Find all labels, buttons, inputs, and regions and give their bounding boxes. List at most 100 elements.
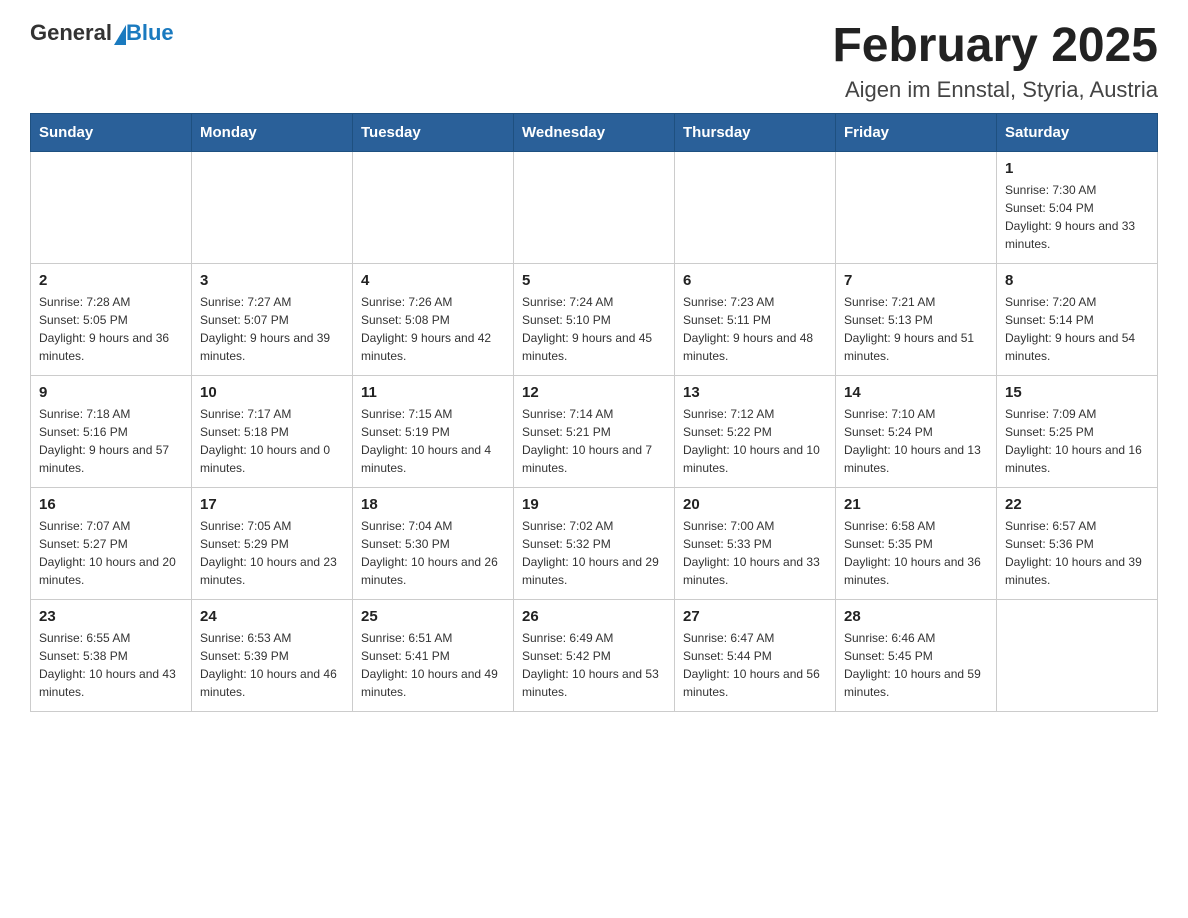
day-info: Sunrise: 7:23 AMSunset: 5:11 PMDaylight:…: [683, 293, 827, 365]
col-wednesday: Wednesday: [514, 113, 675, 151]
day-number: 26: [522, 608, 666, 625]
day-info: Sunrise: 6:57 AMSunset: 5:36 PMDaylight:…: [1005, 517, 1149, 589]
week-row-3: 9 Sunrise: 7:18 AMSunset: 5:16 PMDaylight…: [31, 375, 1158, 487]
day-cell: [192, 151, 353, 263]
day-cell: 12Sunrise: 7:14 AMSunset: 5:21 PMDayligh…: [514, 375, 675, 487]
day-cell: 9 Sunrise: 7:18 AMSunset: 5:16 PMDaylight…: [31, 375, 192, 487]
day-cell: 14 Sunrise: 7:10 AMSunset: 5:24 PMDayligh…: [836, 375, 997, 487]
logo-text-blue: Blue: [126, 20, 174, 46]
week-row-4: 16 Sunrise: 7:07 AMSunset: 5:27 PMDayligh…: [31, 487, 1158, 599]
day-number: 4: [361, 272, 505, 289]
day-info: Sunrise: 7:18 AMSunset: 5:16 PMDaylight:…: [39, 405, 183, 477]
day-cell: 25 Sunrise: 6:51 AMSunset: 5:41 PMDayligh…: [353, 599, 514, 711]
day-cell: 27 Sunrise: 6:47 AMSunset: 5:44 PMDayligh…: [675, 599, 836, 711]
day-info: Sunrise: 7:09 AMSunset: 5:25 PMDaylight:…: [1005, 405, 1149, 477]
col-tuesday: Tuesday: [353, 113, 514, 151]
day-cell: 16 Sunrise: 7:07 AMSunset: 5:27 PMDayligh…: [31, 487, 192, 599]
day-info: Sunrise: 7:04 AMSunset: 5:30 PMDaylight:…: [361, 517, 505, 589]
day-header-row: Sunday Monday Tuesday Wednesday Thursday…: [31, 113, 1158, 151]
calendar-location: Aigen im Ennstal, Styria, Austria: [832, 77, 1158, 103]
day-info: Sunrise: 7:00 AMSunset: 5:33 PMDaylight:…: [683, 517, 827, 589]
logo-text-general: General: [30, 20, 112, 46]
title-block: February 2025 Aigen im Ennstal, Styria, …: [832, 20, 1158, 103]
day-number: 17: [200, 496, 344, 513]
day-cell: 6 Sunrise: 7:23 AMSunset: 5:11 PMDaylight…: [675, 263, 836, 375]
day-number: 24: [200, 608, 344, 625]
day-cell: 15 Sunrise: 7:09 AMSunset: 5:25 PMDayligh…: [997, 375, 1158, 487]
day-info: Sunrise: 7:15 AMSunset: 5:19 PMDaylight:…: [361, 405, 505, 477]
day-cell: 1 Sunrise: 7:30 AMSunset: 5:04 PMDaylight…: [997, 151, 1158, 263]
week-row-5: 23 Sunrise: 6:55 AMSunset: 5:38 PMDayligh…: [31, 599, 1158, 711]
day-info: Sunrise: 7:26 AMSunset: 5:08 PMDaylight:…: [361, 293, 505, 365]
day-cell: [997, 599, 1158, 711]
day-number: 1: [1005, 160, 1149, 177]
day-number: 25: [361, 608, 505, 625]
day-cell: 8 Sunrise: 7:20 AMSunset: 5:14 PMDaylight…: [997, 263, 1158, 375]
day-number: 15: [1005, 384, 1149, 401]
day-cell: [353, 151, 514, 263]
logo-triangle-icon: [114, 25, 126, 45]
calendar-table: Sunday Monday Tuesday Wednesday Thursday…: [30, 113, 1158, 712]
day-number: 21: [844, 496, 988, 513]
col-thursday: Thursday: [675, 113, 836, 151]
day-info: Sunrise: 6:47 AMSunset: 5:44 PMDaylight:…: [683, 629, 827, 701]
day-cell: 24 Sunrise: 6:53 AMSunset: 5:39 PMDayligh…: [192, 599, 353, 711]
day-number: 7: [844, 272, 988, 289]
week-row-2: 2Sunrise: 7:28 AMSunset: 5:05 PMDaylight…: [31, 263, 1158, 375]
col-saturday: Saturday: [997, 113, 1158, 151]
day-cell: 7 Sunrise: 7:21 AMSunset: 5:13 PMDaylight…: [836, 263, 997, 375]
calendar-header: Sunday Monday Tuesday Wednesday Thursday…: [31, 113, 1158, 151]
day-info: Sunrise: 7:07 AMSunset: 5:27 PMDaylight:…: [39, 517, 183, 589]
day-number: 2: [39, 272, 183, 289]
day-info: Sunrise: 7:24 AMSunset: 5:10 PMDaylight:…: [522, 293, 666, 365]
day-number: 10: [200, 384, 344, 401]
day-cell: [514, 151, 675, 263]
day-number: 23: [39, 608, 183, 625]
day-info: Sunrise: 7:12 AMSunset: 5:22 PMDaylight:…: [683, 405, 827, 477]
day-number: 11: [361, 384, 505, 401]
day-info: Sunrise: 6:46 AMSunset: 5:45 PMDaylight:…: [844, 629, 988, 701]
col-friday: Friday: [836, 113, 997, 151]
col-monday: Monday: [192, 113, 353, 151]
day-info: Sunrise: 7:30 AMSunset: 5:04 PMDaylight:…: [1005, 181, 1149, 253]
day-number: 9: [39, 384, 183, 401]
day-info: Sunrise: 7:21 AMSunset: 5:13 PMDaylight:…: [844, 293, 988, 365]
day-info: Sunrise: 6:49 AMSunset: 5:42 PMDaylight:…: [522, 629, 666, 701]
day-number: 14: [844, 384, 988, 401]
day-cell: 26 Sunrise: 6:49 AMSunset: 5:42 PMDayligh…: [514, 599, 675, 711]
day-info: Sunrise: 6:58 AMSunset: 5:35 PMDaylight:…: [844, 517, 988, 589]
day-info: Sunrise: 7:05 AMSunset: 5:29 PMDaylight:…: [200, 517, 344, 589]
day-number: 20: [683, 496, 827, 513]
day-number: 6: [683, 272, 827, 289]
day-info: Sunrise: 7:10 AMSunset: 5:24 PMDaylight:…: [844, 405, 988, 477]
col-sunday: Sunday: [31, 113, 192, 151]
day-number: 27: [683, 608, 827, 625]
day-info: Sunrise: 7:02 AMSunset: 5:32 PMDaylight:…: [522, 517, 666, 589]
day-number: 28: [844, 608, 988, 625]
day-number: 5: [522, 272, 666, 289]
day-cell: 23 Sunrise: 6:55 AMSunset: 5:38 PMDayligh…: [31, 599, 192, 711]
day-info: Sunrise: 7:17 AMSunset: 5:18 PMDaylight:…: [200, 405, 344, 477]
day-number: 16: [39, 496, 183, 513]
logo: General Blue: [30, 20, 174, 46]
day-cell: [31, 151, 192, 263]
day-cell: 4 Sunrise: 7:26 AMSunset: 5:08 PMDaylight…: [353, 263, 514, 375]
day-number: 12: [522, 384, 666, 401]
day-cell: 22 Sunrise: 6:57 AMSunset: 5:36 PMDayligh…: [997, 487, 1158, 599]
day-info: Sunrise: 6:55 AMSunset: 5:38 PMDaylight:…: [39, 629, 183, 701]
day-cell: 28 Sunrise: 6:46 AMSunset: 5:45 PMDayligh…: [836, 599, 997, 711]
day-cell: 20 Sunrise: 7:00 AMSunset: 5:33 PMDayligh…: [675, 487, 836, 599]
day-number: 3: [200, 272, 344, 289]
day-info: Sunrise: 6:51 AMSunset: 5:41 PMDaylight:…: [361, 629, 505, 701]
day-cell: 17 Sunrise: 7:05 AMSunset: 5:29 PMDayligh…: [192, 487, 353, 599]
day-info: Sunrise: 6:53 AMSunset: 5:39 PMDaylight:…: [200, 629, 344, 701]
day-number: 22: [1005, 496, 1149, 513]
week-row-1: 1 Sunrise: 7:30 AMSunset: 5:04 PMDaylight…: [31, 151, 1158, 263]
day-cell: 21 Sunrise: 6:58 AMSunset: 5:35 PMDayligh…: [836, 487, 997, 599]
day-cell: 2Sunrise: 7:28 AMSunset: 5:05 PMDaylight…: [31, 263, 192, 375]
day-number: 8: [1005, 272, 1149, 289]
day-cell: 3Sunrise: 7:27 AMSunset: 5:07 PMDaylight…: [192, 263, 353, 375]
day-cell: 11 Sunrise: 7:15 AMSunset: 5:19 PMDayligh…: [353, 375, 514, 487]
day-info: Sunrise: 7:20 AMSunset: 5:14 PMDaylight:…: [1005, 293, 1149, 365]
day-cell: 13Sunrise: 7:12 AMSunset: 5:22 PMDayligh…: [675, 375, 836, 487]
